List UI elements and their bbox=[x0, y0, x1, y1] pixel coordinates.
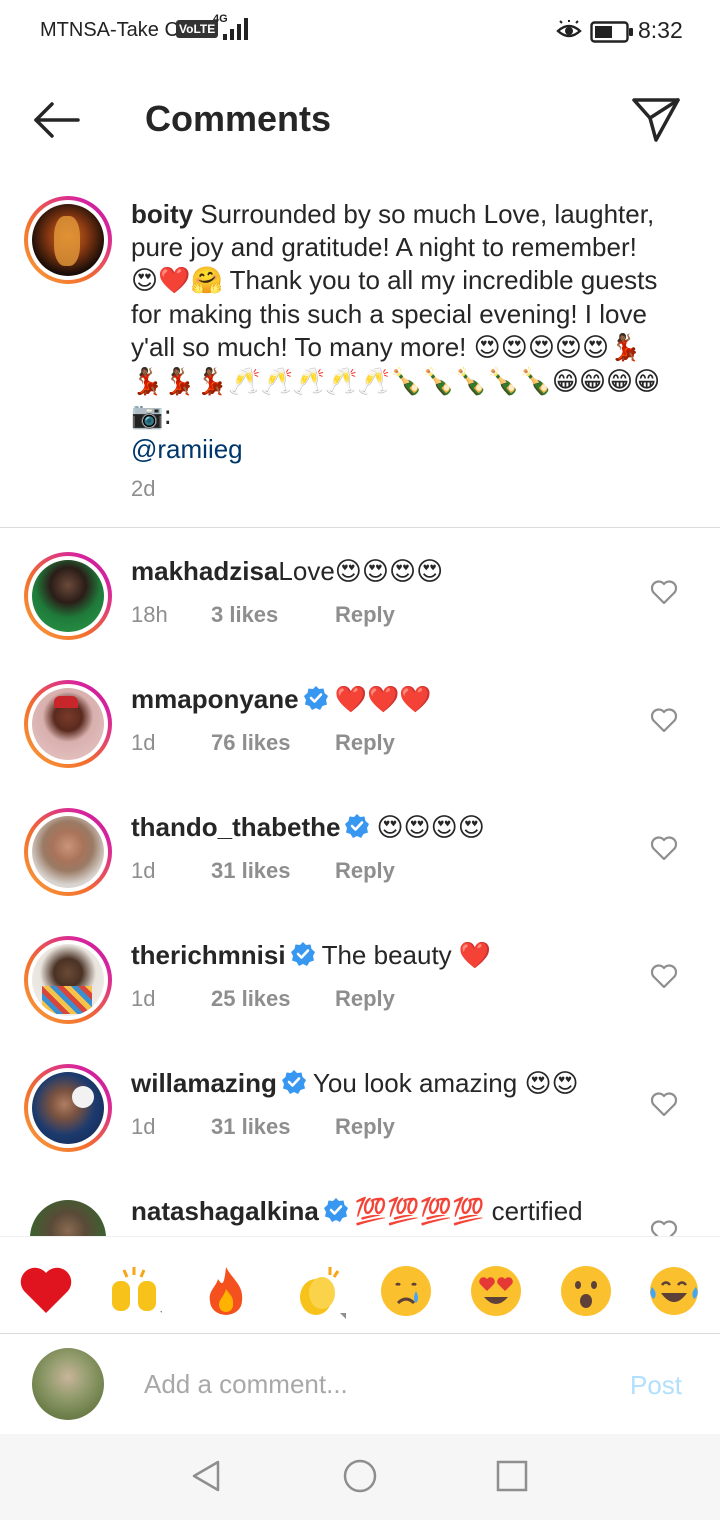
status-bar: MTNSA-Take Ca VoLTE 4G 8:32 bbox=[0, 0, 720, 62]
post-caption: boity Surrounded by so much Love, laught… bbox=[131, 198, 671, 466]
like-heart-icon[interactable] bbox=[650, 963, 678, 989]
back-button[interactable] bbox=[28, 96, 84, 144]
reply-button[interactable]: Reply bbox=[335, 858, 395, 884]
comment-time: 1d bbox=[131, 1114, 156, 1139]
avatar[interactable] bbox=[24, 680, 112, 768]
comment-likes[interactable]: 76 likes bbox=[211, 730, 335, 756]
comment-emoji: 😍😍 bbox=[524, 1069, 579, 1099]
comment-username[interactable]: thando_thabethe bbox=[131, 812, 340, 842]
nav-recents-icon[interactable] bbox=[492, 1456, 532, 1496]
avatar[interactable] bbox=[24, 808, 112, 896]
comment-text: You look amazing bbox=[312, 1068, 525, 1098]
comment-username[interactable]: willamazing bbox=[131, 1068, 277, 1098]
comment-emoji: ❤️ bbox=[458, 941, 492, 971]
like-heart-icon[interactable] bbox=[650, 579, 678, 605]
caption-timestamp: 2d bbox=[131, 476, 156, 501]
comment-emoji: 😍😍😍😍 bbox=[334, 557, 444, 587]
comment-username[interactable]: therichmnisi bbox=[131, 940, 286, 970]
clapping-hands-icon bbox=[300, 1267, 346, 1319]
quick-emoji-bar bbox=[0, 1236, 720, 1334]
arrow-left-icon bbox=[34, 102, 80, 138]
comment-text: Love bbox=[278, 556, 335, 586]
system-nav-bar bbox=[0, 1434, 720, 1520]
carrier-name: MTNSA-Take Ca bbox=[40, 19, 191, 41]
comment-composer: Post bbox=[0, 1334, 720, 1434]
verified-badge-icon bbox=[290, 942, 315, 966]
reply-button[interactable]: Reply bbox=[335, 602, 395, 628]
comment-emoji: 😍😍😍😍 bbox=[376, 813, 485, 843]
comment-row: mmaponyane ❤️❤️❤️ 1d 76 likes Reply bbox=[0, 680, 720, 808]
comment-row: willamazing You look amazing 😍😍 1d 31 like… bbox=[0, 1064, 720, 1192]
post-button[interactable]: Post bbox=[630, 1370, 682, 1401]
caption-text: Surrounded by so much Love, laughter, pu… bbox=[131, 199, 655, 262]
author-avatar[interactable] bbox=[24, 196, 112, 284]
caption-emoji: 😍❤️🤗 bbox=[131, 266, 223, 296]
comment-likes[interactable]: 3 likes bbox=[211, 602, 335, 628]
raising-hands-button[interactable] bbox=[106, 1263, 166, 1319]
surprised-face-button[interactable] bbox=[558, 1263, 614, 1319]
comment-row: makhadzisaLove😍😍😍😍 18h 3 likes Reply bbox=[0, 552, 720, 680]
comment-emoji: 💯💯💯💯 bbox=[354, 1197, 485, 1227]
comment-row: therichmnisi The beauty ❤️ 1d 25 likes Repl… bbox=[0, 936, 720, 1064]
comment-time: 1d bbox=[131, 730, 156, 755]
crying-face-icon bbox=[381, 1266, 431, 1316]
comment-emoji: ❤️❤️❤️ bbox=[334, 685, 432, 715]
comment-username[interactable]: makhadzisa bbox=[131, 556, 278, 586]
verified-badge-icon bbox=[323, 1198, 348, 1222]
comment-input[interactable] bbox=[144, 1364, 604, 1404]
avatar[interactable] bbox=[24, 552, 112, 640]
signal-icon bbox=[223, 18, 248, 40]
fire-icon[interactable] bbox=[198, 1263, 254, 1319]
reply-button[interactable]: Reply bbox=[335, 730, 395, 756]
like-heart-icon[interactable] bbox=[650, 1091, 678, 1117]
comment-likes[interactable]: 25 likes bbox=[211, 986, 335, 1012]
like-heart-icon[interactable] bbox=[650, 707, 678, 733]
comment-likes[interactable]: 31 likes bbox=[211, 1114, 335, 1140]
comment-username[interactable]: mmaponyane bbox=[131, 684, 299, 714]
caption-mention[interactable]: @ramiieg bbox=[131, 434, 243, 464]
surprised-face-icon bbox=[561, 1266, 611, 1316]
reply-button[interactable]: Reply bbox=[335, 1114, 395, 1140]
comment-time: 1d bbox=[131, 986, 156, 1011]
like-heart-icon[interactable] bbox=[650, 835, 678, 861]
clapping-hands-button[interactable] bbox=[290, 1263, 346, 1319]
top-app-bar: Comments bbox=[0, 70, 720, 170]
tears-of-joy-icon bbox=[650, 1267, 698, 1315]
raising-hands-icon bbox=[112, 1267, 166, 1317]
nav-home-icon[interactable] bbox=[340, 1456, 380, 1496]
clock: 8:32 bbox=[638, 17, 683, 43]
paper-plane-icon bbox=[632, 98, 680, 142]
avatar[interactable] bbox=[24, 936, 112, 1024]
nav-back-icon[interactable] bbox=[186, 1456, 226, 1496]
verified-badge-icon bbox=[345, 814, 370, 838]
volte-badge: VoLTE bbox=[176, 20, 219, 38]
divider bbox=[0, 527, 720, 528]
comment-time: 18h bbox=[131, 602, 168, 627]
share-button[interactable] bbox=[628, 92, 684, 148]
reply-button[interactable]: Reply bbox=[335, 986, 395, 1012]
comment-likes[interactable]: 31 likes bbox=[211, 858, 335, 884]
avatar[interactable] bbox=[24, 1064, 112, 1152]
verified-badge-icon bbox=[303, 686, 328, 710]
comment-text: certified bbox=[484, 1196, 583, 1226]
my-avatar bbox=[32, 1348, 104, 1420]
eye-comfort-icon bbox=[556, 20, 582, 38]
heart-eyes-face-icon bbox=[471, 1266, 521, 1316]
comment-time: 1d bbox=[131, 858, 156, 883]
red-heart-icon[interactable] bbox=[18, 1263, 74, 1319]
comment-text: The beauty bbox=[321, 940, 459, 970]
comment-username[interactable]: natashagalkina bbox=[131, 1196, 319, 1226]
battery-icon bbox=[590, 21, 633, 43]
crying-face-button[interactable] bbox=[378, 1263, 434, 1319]
caption-username[interactable]: boity bbox=[131, 199, 193, 229]
comment-row: thando_thabethe 😍😍😍😍 1d 31 likes Reply bbox=[0, 808, 720, 936]
verified-badge-icon bbox=[281, 1070, 306, 1094]
heart-eyes-button[interactable] bbox=[468, 1263, 524, 1319]
laughing-face-button[interactable] bbox=[646, 1263, 702, 1319]
page-title: Comments bbox=[145, 98, 332, 139]
